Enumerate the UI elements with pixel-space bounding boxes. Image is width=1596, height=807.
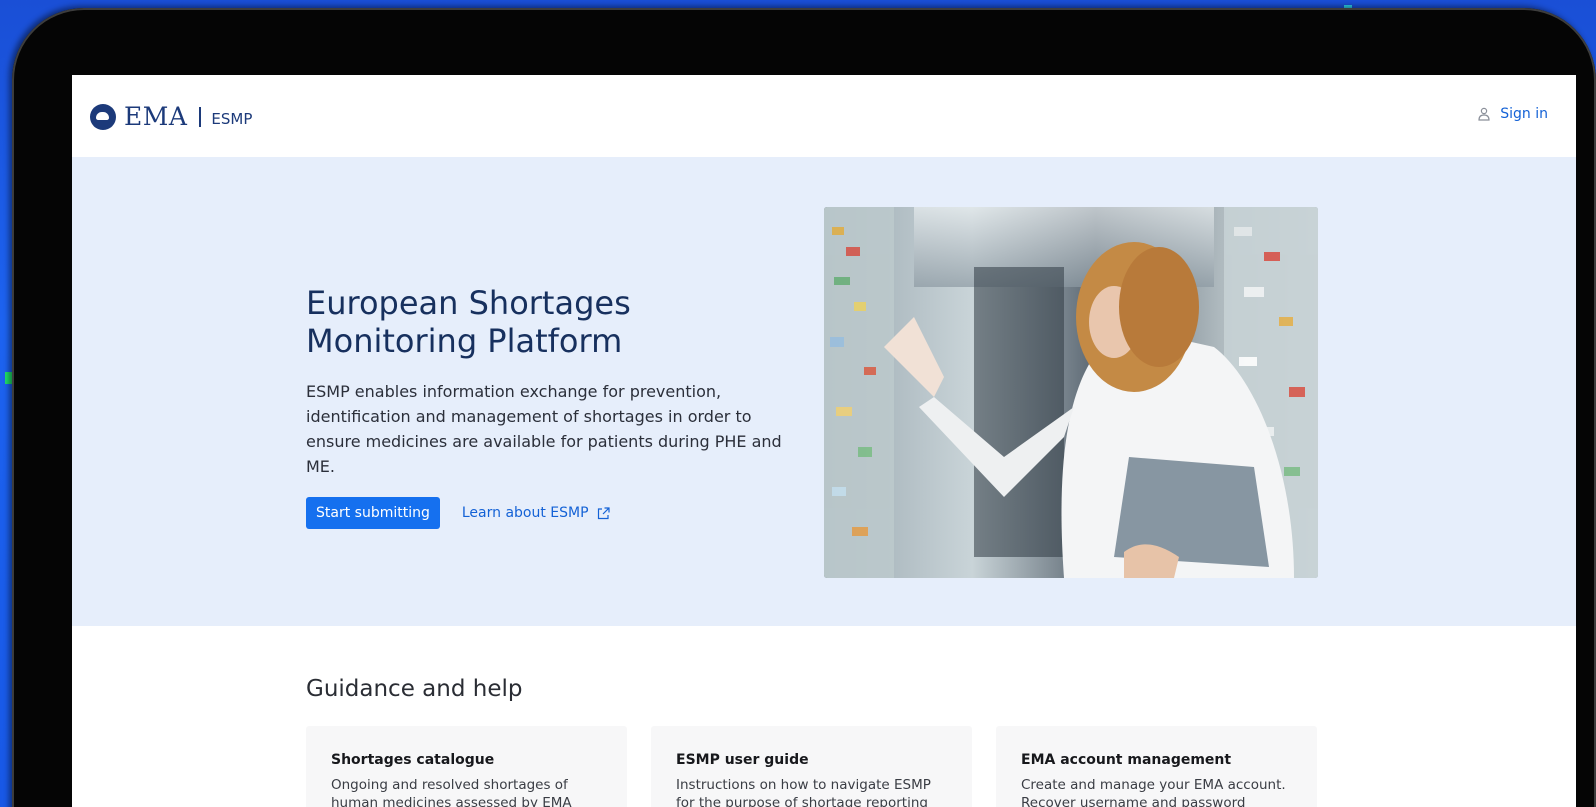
- site-logo[interactable]: EMA ESMP: [90, 102, 252, 131]
- logo-divider: [199, 106, 202, 127]
- external-link-icon: [597, 506, 610, 519]
- hero-description: ESMP enables information exchange for pr…: [306, 382, 782, 476]
- sign-in-link[interactable]: Sign in: [1478, 106, 1548, 122]
- title-line-2: Monitoring Platform: [306, 322, 623, 360]
- card-title: Shortages catalogue: [331, 752, 495, 768]
- guidance-section: Guidance and help Shortages catalogue On…: [72, 626, 1576, 807]
- card-shortages-catalogue[interactable]: Shortages catalogue Ongoing and resolved…: [306, 726, 627, 807]
- card-ema-account-management[interactable]: EMA account management Create and manage…: [996, 726, 1317, 807]
- edge-marker: [5, 372, 12, 384]
- learn-about-esmp-link[interactable]: Learn about ESMP: [462, 505, 610, 521]
- user-icon: [1478, 107, 1490, 121]
- page-title: European Shortages Monitoring Platform: [306, 284, 806, 360]
- pharmacist-with-tablet-photo: [824, 207, 1318, 578]
- card-description: Create and manage your EMA account. Reco…: [1021, 777, 1286, 807]
- sign-in-label: Sign in: [1500, 106, 1548, 122]
- learn-about-label: Learn about ESMP: [461, 505, 589, 521]
- hero-section: European Shortages Monitoring Platform E…: [72, 157, 1576, 626]
- card-title: EMA account management: [1021, 752, 1232, 768]
- title-line-1: European Shortages: [306, 284, 631, 322]
- card-title: ESMP user guide: [676, 752, 809, 768]
- card-description: Instructions on how to navigate ESMP for…: [676, 777, 931, 807]
- hero-actions: Start submitting Learn about ESMP: [306, 497, 806, 529]
- card-esmp-user-guide[interactable]: ESMP user guide Instructions on how to n…: [651, 726, 972, 807]
- card-description: Ongoing and resolved shortages of human …: [331, 777, 572, 807]
- hero-content: European Shortages Monitoring Platform E…: [306, 284, 806, 529]
- ema-logo-icon: [90, 103, 116, 130]
- browser-viewport: EMA ESMP Sign in European Shortages Moni…: [72, 75, 1576, 807]
- guidance-title: Guidance and help: [306, 676, 523, 702]
- logo-subtitle: ESMP: [211, 109, 253, 128]
- logo-text: EMA: [124, 102, 188, 131]
- site-header: EMA ESMP Sign in: [72, 75, 1576, 157]
- start-submitting-button[interactable]: Start submitting: [306, 497, 440, 529]
- laptop-bezel: EMA ESMP Sign in European Shortages Moni…: [12, 8, 1596, 807]
